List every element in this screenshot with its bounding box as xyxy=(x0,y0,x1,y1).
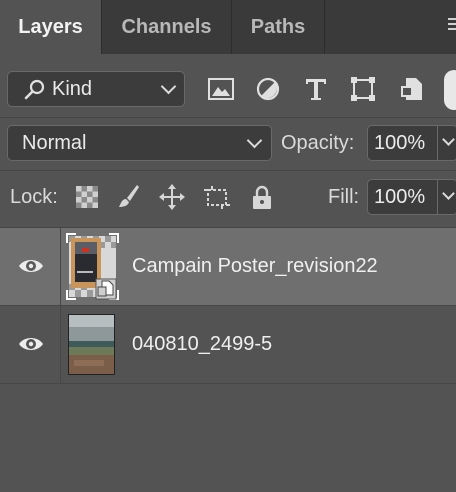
image-filter-icon[interactable] xyxy=(206,74,236,104)
fill-input[interactable]: 100% xyxy=(367,179,438,215)
filter-kind-select[interactable]: Kind xyxy=(7,71,185,107)
eye-icon[interactable] xyxy=(17,332,45,356)
divider xyxy=(0,117,456,118)
shape-filter-icon[interactable] xyxy=(348,74,378,104)
blend-mode-select[interactable]: Normal xyxy=(7,125,272,161)
search-icon xyxy=(24,79,45,100)
tab-paths[interactable]: Paths xyxy=(232,0,324,54)
layer-column-divider xyxy=(60,228,61,383)
layer-thumbnail[interactable] xyxy=(66,233,119,300)
opacity-input[interactable]: 100% xyxy=(367,125,438,161)
eye-icon[interactable] xyxy=(17,254,45,278)
lock-position-icon[interactable] xyxy=(158,183,186,211)
layer-row[interactable]: Campain Poster_revision22 xyxy=(0,228,456,305)
chevron-down-icon xyxy=(160,78,177,95)
opacity-slider-button[interactable] xyxy=(438,125,456,161)
chevron-down-icon xyxy=(442,133,455,146)
divider xyxy=(0,383,456,384)
lock-artboard-icon[interactable] xyxy=(203,183,231,211)
chevron-down-icon xyxy=(442,187,455,200)
blend-mode-value: Normal xyxy=(22,132,87,154)
fill-label: Fill: xyxy=(328,186,360,208)
divider xyxy=(0,170,456,171)
panel-menu-icon[interactable] xyxy=(448,18,456,34)
smart-object-filter-icon[interactable] xyxy=(398,74,428,104)
layer-thumbnail[interactable] xyxy=(68,314,115,375)
lock-all-icon[interactable] xyxy=(248,183,276,211)
filter-kind-label: Kind xyxy=(52,78,93,100)
chevron-down-icon xyxy=(246,132,263,149)
layer-name[interactable]: 040810_2499-5 xyxy=(132,306,272,383)
tab-channels[interactable]: Channels xyxy=(102,0,231,54)
filter-toggle-switch[interactable] xyxy=(444,70,456,110)
lock-label: Lock: xyxy=(10,186,58,208)
type-filter-icon[interactable] xyxy=(301,74,331,104)
layer-row[interactable]: 040810_2499-5 xyxy=(0,306,456,383)
tab-layers[interactable]: Layers xyxy=(0,0,101,54)
panel-tab-bar: Layers Channels Paths xyxy=(0,0,456,54)
fill-slider-button[interactable] xyxy=(438,179,456,215)
layer-name[interactable]: Campain Poster_revision22 xyxy=(132,228,378,305)
adjustment-filter-icon[interactable] xyxy=(253,74,283,104)
lock-image-pixels-icon[interactable] xyxy=(113,183,141,211)
opacity-label: Opacity: xyxy=(281,132,355,154)
lock-transparent-pixels-icon[interactable] xyxy=(73,183,101,211)
tab-divider xyxy=(324,0,325,54)
